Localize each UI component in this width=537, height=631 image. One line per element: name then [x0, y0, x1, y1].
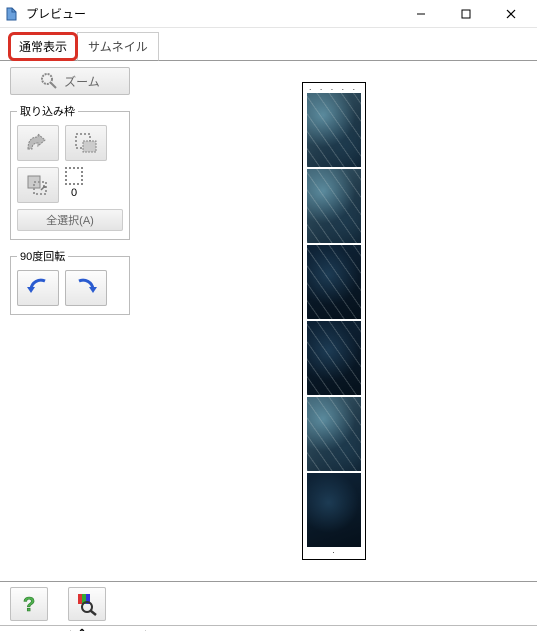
crop-count-cell: 0: [65, 167, 83, 203]
rotate-legend: 90度回転: [17, 248, 68, 264]
crop-delete-icon: [73, 131, 99, 155]
rotate-cw-button[interactable]: [65, 270, 107, 306]
film-frame: [307, 93, 361, 167]
crop-count-value: 0: [71, 187, 77, 199]
left-toolbar: ズーム 取り込み枠 0 全選択(A): [10, 67, 130, 315]
work-area: ズーム 取り込み枠 0 全選択(A): [0, 61, 537, 581]
filmstrip: · · · · · ·: [302, 82, 366, 560]
help-button[interactable]: ?: [10, 587, 48, 621]
minimize-button[interactable]: [398, 0, 443, 28]
tab-bar: 通常表示 サムネイル: [0, 32, 537, 61]
crop-auto-icon: [25, 131, 51, 155]
densitometer-button[interactable]: [68, 587, 106, 621]
crop-copy-button[interactable]: [17, 167, 59, 203]
film-frame: [307, 473, 361, 547]
densitometer-icon: [75, 592, 99, 616]
crop-frame-group: 取り込み枠 0 全選択(A): [10, 103, 130, 240]
bottom-toolbar: ?: [0, 581, 537, 625]
dashed-square-icon: [65, 167, 83, 185]
svg-text:?: ?: [23, 594, 35, 616]
preview-canvas[interactable]: · · · · · ·: [140, 67, 527, 575]
select-all-button[interactable]: 全選択(A): [17, 209, 123, 231]
crop-copy-icon: [25, 173, 51, 197]
titlebar: プレビュー: [0, 0, 537, 28]
window-controls: [398, 0, 533, 28]
film-frame: [307, 321, 361, 395]
window-title: プレビュー: [26, 5, 398, 22]
tab-label: サムネイル: [88, 40, 148, 54]
help-icon: ?: [17, 592, 41, 616]
film-frame: [307, 245, 361, 319]
film-frame: [307, 397, 361, 471]
rotate-ccw-button[interactable]: [17, 270, 59, 306]
tab-label: 通常表示: [19, 40, 67, 54]
status-dimensions: 455 x 3365 ピクセル 4.38 MB: [146, 628, 304, 631]
statusbar: 33.0 mm 244.3 mm 455 x 3365 ピクセル 4.38 MB…: [0, 625, 537, 631]
rotate-group: 90度回転: [10, 248, 130, 315]
film-frame: [307, 169, 361, 243]
maximize-button[interactable]: [443, 0, 488, 28]
magnifier-icon: [40, 72, 58, 90]
zoom-button[interactable]: ズーム: [10, 67, 130, 95]
filmstrip-bottom-dot: ·: [303, 548, 365, 557]
rotate-cw-icon: [73, 275, 99, 301]
crop-delete-button[interactable]: [65, 125, 107, 161]
zoom-label: ズーム: [64, 73, 100, 90]
rotate-ccw-icon: [25, 275, 51, 301]
close-button[interactable]: [488, 0, 533, 28]
crop-frame-legend: 取り込み枠: [17, 103, 78, 119]
app-icon: [4, 6, 20, 22]
tab-normal-view[interactable]: 通常表示: [8, 32, 78, 61]
status-dimensions-value: 455 x 3365 ピクセル 4.38 MB: [152, 628, 298, 631]
crop-auto-button[interactable]: [17, 125, 59, 161]
tab-thumbnail[interactable]: サムネイル: [77, 32, 159, 61]
select-all-label: 全選択(A): [46, 215, 94, 227]
